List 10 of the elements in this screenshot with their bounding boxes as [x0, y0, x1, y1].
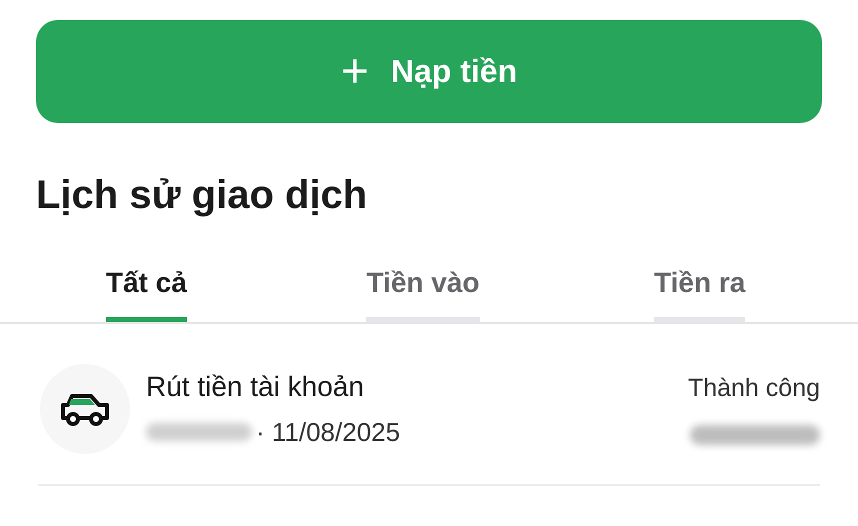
transaction-title: Rút tiền tài khoản	[146, 370, 365, 402]
filter-tab[interactable]: Tất cả	[106, 267, 187, 322]
transaction-date: · 11/08/2025	[256, 416, 400, 448]
section-heading: Lịch sử giao dịch	[36, 172, 368, 219]
transaction-status: Thành công	[688, 374, 820, 402]
filter-tab[interactable]: Tiền ra	[654, 267, 746, 322]
filter-tab[interactable]: Tiền vào	[366, 267, 480, 322]
plus-icon: +	[340, 48, 369, 96]
deposit-button[interactable]: + Nạp tiền	[36, 20, 822, 123]
car-icon	[59, 392, 111, 426]
